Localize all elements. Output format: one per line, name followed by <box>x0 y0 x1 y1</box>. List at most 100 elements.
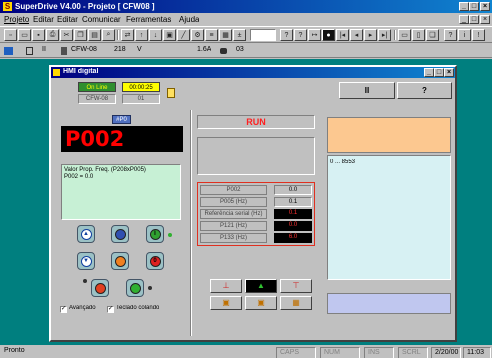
right-led-icon <box>148 286 152 290</box>
menu-editar-2[interactable]: Editar <box>57 15 78 24</box>
tool-2-icon: ▲ <box>257 281 265 290</box>
upload-icon[interactable]: ↑ <box>135 29 148 41</box>
address-field: 01 <box>122 94 160 104</box>
menu-comunicar[interactable]: Comunicar <box>82 15 121 24</box>
tool-3-icon: ⊤ <box>292 281 300 290</box>
download-icon[interactable]: ↓ <box>149 29 162 41</box>
maximize-button[interactable]: □ <box>469 2 479 11</box>
key-up-button[interactable]: ▲ <box>77 225 95 243</box>
minimize-button[interactable]: _ <box>459 2 469 11</box>
chart-icon[interactable]: ╱ <box>177 29 190 41</box>
inverter-model: CFW-08 <box>71 46 97 53</box>
warn-icon[interactable]: ! <box>472 29 485 41</box>
status-ready: Pronto <box>4 347 25 354</box>
avancado-checkbox[interactable]: ✓ <box>60 306 67 313</box>
elapsed-time: 00:00:25 <box>122 82 160 92</box>
left-led-icon <box>83 279 87 283</box>
paste-icon[interactable]: ▤ <box>88 29 101 41</box>
context-help-icon[interactable]: ? <box>294 29 307 41</box>
prev-icon[interactable]: ◂ <box>350 29 363 41</box>
menu-ajuda[interactable]: Ajuda <box>179 15 199 24</box>
tool-6-icon: ▦ <box>292 298 300 307</box>
key-jog-button[interactable] <box>111 252 129 270</box>
first-icon[interactable]: |◂ <box>336 29 349 41</box>
menu-ferramentas[interactable]: Ferramentas <box>126 15 171 24</box>
current-value: 1.6A <box>197 46 212 53</box>
param-value-serial-ref[interactable]: 0.1 <box>274 209 312 219</box>
grid-icon[interactable]: ▦ <box>219 29 232 41</box>
copy-icon[interactable]: ❐ <box>74 29 87 41</box>
param-value-p133[interactable]: 6.0 <box>274 233 312 243</box>
find-icon[interactable]: ⌕ <box>102 29 115 41</box>
key-run-button[interactable]: I <box>146 225 164 243</box>
next-icon[interactable]: ▸ <box>364 29 377 41</box>
help-icon[interactable]: ? <box>280 29 293 41</box>
step-icon[interactable]: ↦ <box>308 29 321 41</box>
tool-icon[interactable]: ⚙ <box>191 29 204 41</box>
param-name-p005: P005 (Hz) <box>200 197 267 207</box>
run-status: RUN <box>197 115 315 129</box>
tool-button-4[interactable]: ▣ <box>210 296 242 310</box>
print-icon[interactable]: ⎙ <box>46 29 59 41</box>
parameter-table: P002 0.0 P005 (Hz) 0.1 Referência serial… <box>197 182 315 246</box>
help-button[interactable]: ? <box>397 82 452 99</box>
panel-divider <box>190 110 192 336</box>
key-local-button[interactable] <box>126 279 144 297</box>
tile-v-icon[interactable]: ▯ <box>412 29 425 41</box>
cascade-icon[interactable]: ❏ <box>426 29 439 41</box>
param-name-p121: P121 (Hz) <box>200 221 267 231</box>
plug-icon <box>26 47 33 55</box>
about-icon[interactable]: ? <box>444 29 457 41</box>
teclado-checkbox[interactable]: ✓ <box>107 306 114 313</box>
child-restore-button[interactable]: □ <box>469 15 479 24</box>
param-value-p005: 0.1 <box>274 197 312 207</box>
scrl-indicator: SCRL <box>398 347 428 358</box>
menu-projeto[interactable]: Projeto <box>4 15 29 24</box>
new-icon[interactable]: ▫ <box>4 29 17 41</box>
address-combo[interactable] <box>250 29 276 41</box>
tool-button-5[interactable]: ▣ <box>245 296 277 310</box>
zoom-icon[interactable]: ± <box>233 29 246 41</box>
child-minimize-button[interactable]: _ <box>459 15 469 24</box>
toolbar-status: II CFW-08 218 V 1.6A 03 <box>0 44 492 58</box>
record-icon[interactable]: ● <box>322 29 335 41</box>
reverse-icon <box>94 282 106 294</box>
info-icon[interactable]: i <box>458 29 471 41</box>
last-icon[interactable]: ▸| <box>378 29 391 41</box>
tile-h-icon[interactable]: ▭ <box>398 29 411 41</box>
app-logo-icon: S <box>3 2 12 11</box>
connect-icon[interactable]: ⇄ <box>121 29 134 41</box>
pause-button[interactable]: II <box>339 82 395 99</box>
unit-label: #P0 <box>112 115 131 124</box>
tool-button-3[interactable]: ⊤ <box>280 279 312 293</box>
open-icon[interactable]: ▭ <box>18 29 31 41</box>
tool-button-2[interactable]: ▲ <box>245 279 277 293</box>
child-close-button[interactable]: × <box>480 15 490 24</box>
list-icon[interactable]: ≡ <box>205 29 218 41</box>
hmi-title: HMI digital <box>63 68 99 75</box>
hmi-minimize-button[interactable]: _ <box>424 68 434 77</box>
voltage-value: 218 <box>114 46 126 53</box>
key-down-button[interactable]: ▼ <box>77 252 95 270</box>
hmi-title-bar: HMI digital _ □ × <box>51 67 455 78</box>
menu-editar[interactable]: Editar <box>33 15 54 24</box>
close-button[interactable]: × <box>480 2 490 11</box>
message-box <box>197 137 315 175</box>
down-icon: ▼ <box>80 255 92 267</box>
param-value-p121[interactable]: 0.0 <box>274 221 312 231</box>
key-reverse-button[interactable] <box>91 279 109 297</box>
monitor-icon[interactable]: ▣ <box>163 29 176 41</box>
tool-button-1[interactable]: ⊥ <box>210 279 242 293</box>
hmi-close-button[interactable]: × <box>444 68 454 77</box>
hmi-maximize-button[interactable]: □ <box>434 68 444 77</box>
tool-button-6[interactable]: ▦ <box>280 296 312 310</box>
ins-indicator: INS <box>364 347 394 358</box>
key-program-button[interactable] <box>111 225 129 243</box>
cut-icon[interactable]: ✂ <box>60 29 73 41</box>
edit-config-icon[interactable] <box>167 88 175 98</box>
save-icon[interactable]: ▪ <box>32 29 45 41</box>
status-date: 2/20/00 <box>431 347 461 358</box>
key-stop-button[interactable]: 0 <box>146 252 164 270</box>
param-name-p002: P002 <box>200 185 267 195</box>
tool-4-icon: ▣ <box>222 298 230 307</box>
